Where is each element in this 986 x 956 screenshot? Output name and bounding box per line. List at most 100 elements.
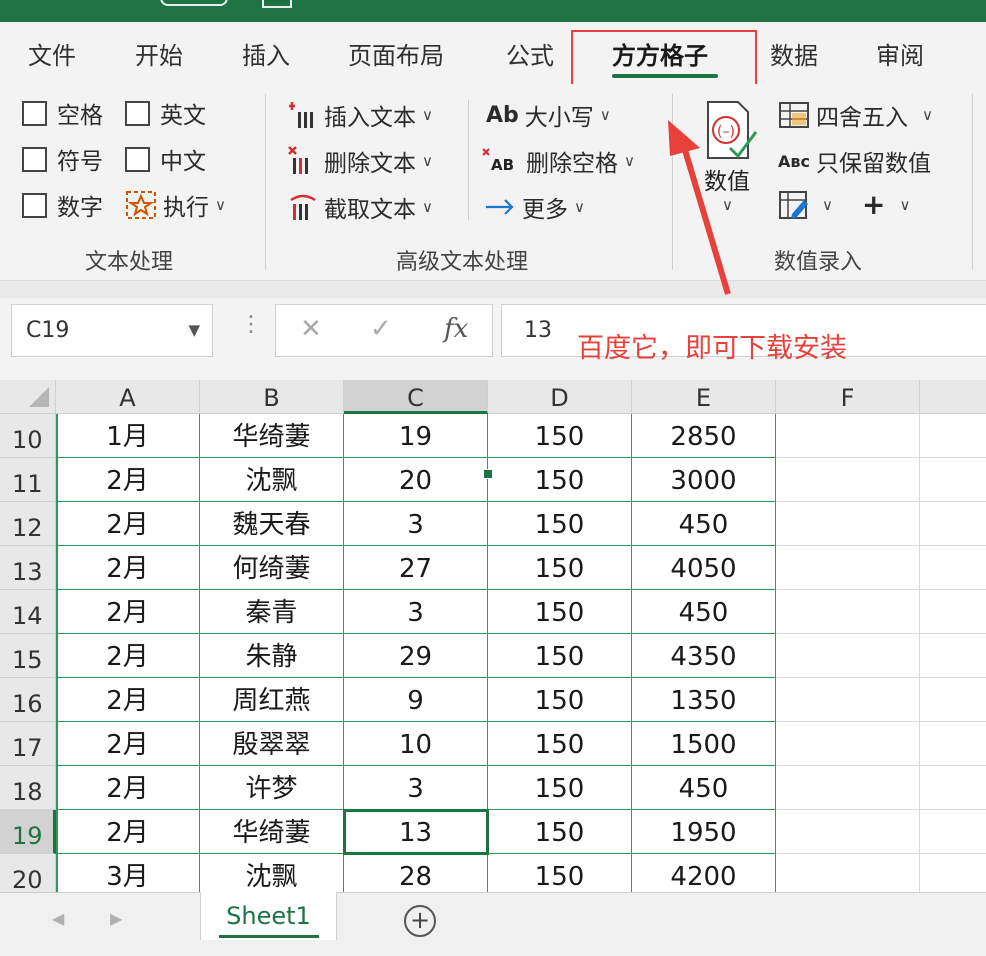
row-header[interactable]: 16 (0, 678, 56, 722)
checkbox-box[interactable] (22, 192, 47, 218)
row-header[interactable]: 10 (0, 414, 56, 458)
function-icon[interactable]: fx (444, 314, 468, 344)
table-cell[interactable]: 1950 (632, 810, 776, 854)
table-cell[interactable]: 150 (488, 854, 632, 892)
table-cell[interactable]: 150 (488, 634, 632, 678)
table-cell[interactable]: 9 (344, 678, 488, 722)
table-cell[interactable]: 20 (344, 458, 488, 502)
column-header-a[interactable]: A (56, 380, 200, 414)
table-cell[interactable] (776, 678, 920, 722)
table-cell[interactable]: 150 (488, 590, 632, 634)
table-cell[interactable]: 150 (488, 678, 632, 722)
table-cell[interactable]: 3000 (632, 458, 776, 502)
column-header-b[interactable]: B (200, 380, 344, 414)
table-cell[interactable]: 2月 (56, 810, 200, 854)
table-cell[interactable]: 150 (488, 458, 632, 502)
edit-table-button[interactable]: ∨ (778, 190, 833, 220)
checkbox-space[interactable]: 空格 (22, 96, 103, 130)
table-cell[interactable] (776, 854, 920, 892)
cancel-icon[interactable]: ✕ (300, 314, 322, 344)
table-cell[interactable]: 4200 (632, 854, 776, 892)
table-cell[interactable]: 秦青 (200, 590, 344, 634)
extract-text-button[interactable]: 截取文本 ∨ (288, 190, 433, 224)
table-cell[interactable] (776, 414, 920, 458)
table-cell[interactable]: 28 (344, 854, 488, 892)
table-cell[interactable] (920, 678, 986, 722)
table-cell[interactable] (920, 766, 986, 810)
name-box[interactable]: C19 ▼ (11, 304, 213, 357)
table-cell[interactable] (776, 590, 920, 634)
row-header[interactable]: 11 (0, 458, 56, 502)
table-cell[interactable]: 3 (344, 766, 488, 810)
tab-review[interactable]: 审阅 (876, 36, 924, 71)
table-cell[interactable] (776, 546, 920, 590)
more-options-icon[interactable]: ⋮ (240, 312, 262, 337)
tab-home[interactable]: 开始 (135, 36, 183, 71)
checkbox-box[interactable] (22, 100, 47, 126)
table-cell[interactable]: 10 (344, 722, 488, 766)
checkbox-box[interactable] (125, 100, 150, 126)
row-header[interactable]: 18 (0, 766, 56, 810)
add-sheet-button[interactable]: + (404, 905, 436, 937)
checkbox-english[interactable]: 英文 (125, 96, 206, 130)
save-icon[interactable] (160, 0, 228, 6)
column-header-f[interactable]: F (776, 380, 920, 414)
fill-handle[interactable] (483, 469, 493, 479)
table-cell[interactable] (920, 458, 986, 502)
table-cell[interactable]: 沈飘 (200, 854, 344, 892)
table-cell[interactable] (920, 810, 986, 854)
table-cell[interactable] (920, 634, 986, 678)
tab-data[interactable]: 数据 (770, 36, 818, 71)
table-cell[interactable]: 1500 (632, 722, 776, 766)
column-header-partial[interactable] (920, 380, 986, 414)
table-cell[interactable]: 华绮萋 (200, 810, 344, 854)
table-cell[interactable]: 沈飘 (200, 458, 344, 502)
table-cell[interactable]: 2月 (56, 678, 200, 722)
delete-spaces-button[interactable]: AB 删除空格 ∨ (482, 144, 635, 178)
table-cell[interactable]: 殷翠翠 (200, 722, 344, 766)
column-header-e[interactable]: E (632, 380, 776, 414)
table-cell[interactable]: 周红燕 (200, 678, 344, 722)
chevron-left-icon[interactable]: ◀ (52, 909, 64, 928)
round-button[interactable]: 四舍五入 ∨ (778, 98, 933, 132)
table-cell[interactable]: 150 (488, 722, 632, 766)
case-button[interactable]: Ab 大小写 ∨ (486, 98, 611, 132)
table-cell[interactable]: 150 (488, 766, 632, 810)
table-cell[interactable]: 魏天春 (200, 502, 344, 546)
table-cell[interactable]: 2月 (56, 634, 200, 678)
chevron-down-icon[interactable]: ▼ (188, 321, 200, 339)
row-header[interactable]: 15 (0, 634, 56, 678)
table-cell[interactable]: 华绮萋 (200, 414, 344, 458)
table-cell[interactable] (920, 546, 986, 590)
row-header[interactable]: 19 (0, 810, 56, 854)
table-cell[interactable]: 150 (488, 502, 632, 546)
table-cell[interactable]: 2月 (56, 722, 200, 766)
add-button[interactable]: + ∨ (862, 188, 910, 221)
checkbox-box[interactable] (22, 146, 47, 172)
table-cell[interactable]: 2月 (56, 590, 200, 634)
checkbox-symbol[interactable]: 符号 (22, 142, 103, 176)
row-header[interactable]: 13 (0, 546, 56, 590)
delete-text-button[interactable]: 删除文本 ∨ (288, 144, 433, 178)
tab-formulas[interactable]: 公式 (506, 36, 554, 71)
active-cell[interactable]: 13 (343, 809, 489, 855)
table-cell[interactable]: 2月 (56, 458, 200, 502)
table-cell[interactable] (920, 414, 986, 458)
table-cell[interactable]: 450 (632, 766, 776, 810)
checkbox-chinese[interactable]: 中文 (125, 142, 206, 176)
tab-page-layout[interactable]: 页面布局 (348, 36, 444, 71)
table-cell[interactable] (776, 634, 920, 678)
table-cell[interactable]: 2月 (56, 766, 200, 810)
table-cell[interactable]: 150 (488, 810, 632, 854)
row-header[interactable]: 14 (0, 590, 56, 634)
table-cell[interactable]: 150 (488, 546, 632, 590)
table-cell[interactable] (776, 810, 920, 854)
table-cell[interactable]: 29 (344, 634, 488, 678)
table-cell[interactable]: 2月 (56, 502, 200, 546)
select-all-corner[interactable] (0, 380, 56, 414)
table-cell[interactable] (776, 458, 920, 502)
table-cell[interactable]: 450 (632, 590, 776, 634)
insert-text-button[interactable]: 插入文本 ∨ (288, 98, 433, 132)
table-cell[interactable]: 4050 (632, 546, 776, 590)
tab-insert[interactable]: 插入 (242, 36, 290, 71)
